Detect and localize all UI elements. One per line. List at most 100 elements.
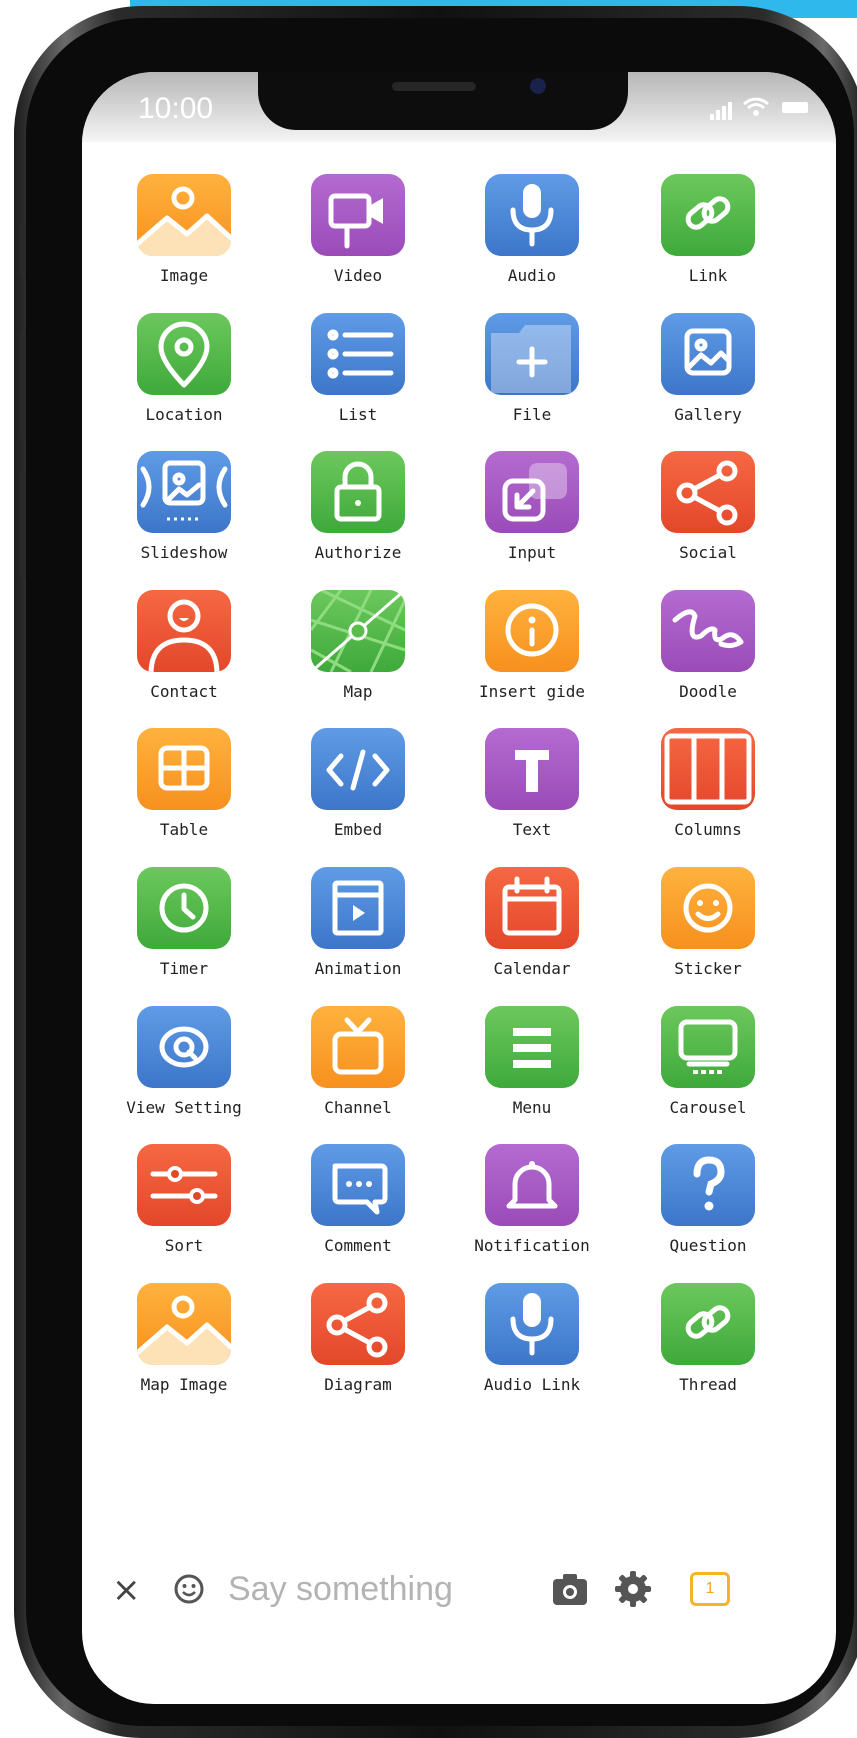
close-button[interactable]: ×: [112, 1570, 141, 1610]
grid-item-notification[interactable]: Notification: [450, 1144, 614, 1264]
grid-item-label: Text: [512, 820, 552, 839]
code-icon: [311, 728, 405, 810]
grid-item-text[interactable]: Text: [450, 728, 614, 848]
grid-item-label: Audio Link: [483, 1375, 581, 1394]
eye-icon: [137, 1006, 231, 1088]
grid-item-label: Image: [159, 266, 209, 285]
carousel-icon: [661, 1006, 755, 1088]
grid-item-embed[interactable]: Embed: [276, 728, 440, 848]
bell-icon: [485, 1144, 579, 1226]
grid-item-doodle[interactable]: Doodle: [626, 590, 790, 710]
grid-item-location[interactable]: Location: [102, 313, 266, 433]
grid-item-image[interactable]: Image: [102, 174, 266, 294]
grid-item-file[interactable]: File: [450, 313, 614, 433]
message-input[interactable]: Say something: [228, 1570, 528, 1610]
grid-item-table[interactable]: Table: [102, 728, 266, 848]
grid-item-map-image[interactable]: Map Image: [102, 1283, 266, 1403]
grid-item-authorize[interactable]: Authorize: [276, 451, 440, 571]
gallery-icon: [661, 313, 755, 395]
microphone-icon: [485, 1283, 579, 1365]
grid-item-channel[interactable]: Channel: [276, 1006, 440, 1126]
clock-icon: [137, 867, 231, 949]
grid-item-link[interactable]: Link: [626, 174, 790, 294]
animation-icon: [311, 867, 405, 949]
grid-item-audio[interactable]: Audio: [450, 174, 614, 294]
grid-item-label: Audio: [507, 266, 557, 285]
grid-item-calendar[interactable]: Calendar: [450, 867, 614, 987]
tv-icon: [311, 1006, 405, 1088]
grid-item-label: Columns: [674, 820, 742, 839]
grid-item-question[interactable]: Question: [626, 1144, 790, 1264]
grid-item-map[interactable]: Map: [276, 590, 440, 710]
grid-item-audio-link[interactable]: Audio Link: [450, 1283, 614, 1403]
speaker-grille: [392, 82, 476, 91]
grid-item-list[interactable]: List: [276, 313, 440, 433]
image-icon: [137, 1283, 231, 1365]
grid-item-label: Input: [507, 543, 557, 562]
grid-item-social[interactable]: Social: [626, 451, 790, 571]
columns-icon: [661, 728, 755, 810]
grid-item-menu[interactable]: Menu: [450, 1006, 614, 1126]
phone-screen: 10:00 Image Video Audio Link Location List Fil…: [82, 72, 836, 1704]
grid-item-label: Channel: [324, 1098, 392, 1117]
microphone-icon: [485, 174, 579, 256]
link-icon: [661, 1283, 755, 1365]
grid-item-view-setting[interactable]: View Setting: [102, 1006, 266, 1126]
front-camera: [530, 78, 546, 94]
grid-item-gallery[interactable]: Gallery: [626, 313, 790, 433]
text-icon: [485, 728, 579, 810]
grid-item-carousel[interactable]: Carousel: [626, 1006, 790, 1126]
grid-item-label: List: [338, 405, 378, 424]
grid-item-insert-gide[interactable]: Insert gide: [450, 590, 614, 710]
camera-icon[interactable]: [552, 1572, 588, 1606]
grid-item-label: Sort: [164, 1236, 204, 1255]
emoji-icon[interactable]: [174, 1574, 204, 1604]
grid-item-label: Notification: [474, 1236, 590, 1255]
grid-item-label: Map Image: [140, 1375, 228, 1394]
grid-item-diagram[interactable]: Diagram: [276, 1283, 440, 1403]
grid-item-slideshow[interactable]: Slideshow: [102, 451, 266, 571]
smiley-icon: [661, 867, 755, 949]
lock-icon: [311, 451, 405, 533]
grid-item-label: Doodle: [679, 682, 737, 701]
notch: [258, 72, 628, 130]
slideshow-icon: [137, 451, 231, 533]
grid-item-label: Timer: [159, 959, 209, 978]
settings-gear-icon[interactable]: [614, 1570, 652, 1608]
location-pin-icon: [137, 313, 231, 395]
grid-item-timer[interactable]: Timer: [102, 867, 266, 987]
image-icon: [137, 174, 231, 256]
grid-item-label: Comment: [324, 1236, 392, 1255]
wifi-icon: [743, 97, 769, 116]
grid-item-label: Location: [145, 405, 223, 424]
menu-icon: [485, 1006, 579, 1088]
grid-item-label: Video: [333, 266, 383, 285]
grid-item-label: Table: [159, 820, 209, 839]
question-icon: [661, 1144, 755, 1226]
folder-add-icon: [485, 313, 579, 395]
grid-item-label: Authorize: [314, 543, 402, 562]
grid-item-sticker[interactable]: Sticker: [626, 867, 790, 987]
grid-item-label: Calendar: [493, 959, 571, 978]
grid-item-columns[interactable]: Columns: [626, 728, 790, 848]
grid-item-animation[interactable]: Animation: [276, 867, 440, 987]
grid-item-label: Sticker: [674, 959, 742, 978]
input-icon: [485, 451, 579, 533]
contact-icon: [137, 590, 231, 672]
grid-item-comment[interactable]: Comment: [276, 1144, 440, 1264]
table-icon: [137, 728, 231, 810]
grid-item-label: File: [512, 405, 552, 424]
count-badge[interactable]: 1: [690, 1572, 730, 1606]
grid-item-sort[interactable]: Sort: [102, 1144, 266, 1264]
link-icon: [661, 174, 755, 256]
grid-item-label: Diagram: [324, 1375, 392, 1394]
grid-item-video[interactable]: Video: [276, 174, 440, 294]
grid-item-label: Question: [669, 1236, 747, 1255]
grid-item-label: Embed: [333, 820, 383, 839]
grid-item-label: Social: [679, 543, 737, 562]
grid-item-input[interactable]: Input: [450, 451, 614, 571]
grid-item-label: View Setting: [126, 1098, 242, 1117]
grid-item-contact[interactable]: Contact: [102, 590, 266, 710]
video-icon: [311, 174, 405, 256]
grid-item-thread[interactable]: Thread: [626, 1283, 790, 1403]
